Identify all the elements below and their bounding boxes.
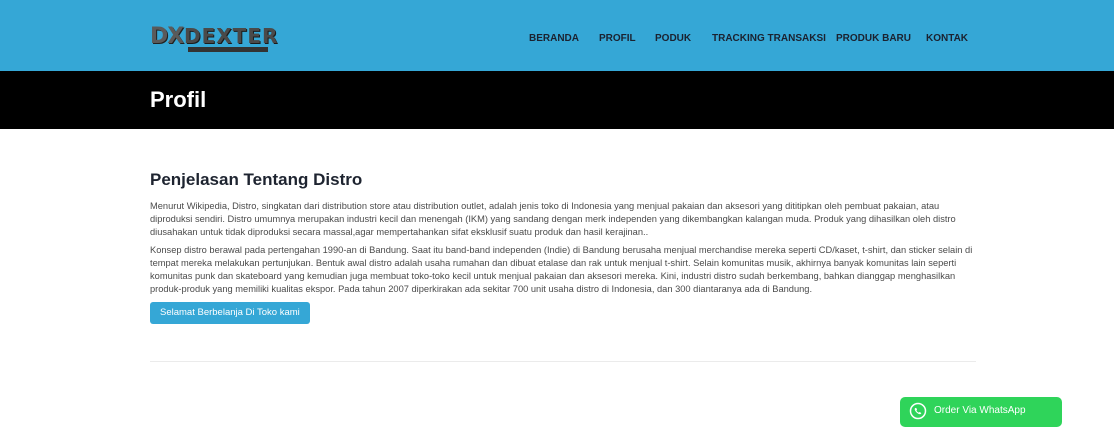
whatsapp-button-label: Order Via WhatsApp xyxy=(934,405,1026,416)
logo-wordmark: DEXTER xyxy=(184,24,279,48)
brand-logo[interactable]: DX DEXTER xyxy=(150,22,277,56)
page-title-banner: Profil xyxy=(0,71,1114,129)
nav-item-profil[interactable]: PROFIL xyxy=(599,33,636,44)
article-paragraph-1: Menurut Wikipedia, Distro, singkatan dar… xyxy=(150,201,956,237)
top-navbar: DX DEXTER BERANDA PROFIL PODUK TRACKING … xyxy=(0,0,1114,71)
nav-item-beranda[interactable]: BERANDA xyxy=(529,33,579,44)
nav-item-poduk[interactable]: PODUK xyxy=(655,33,691,44)
article-content: Penjelasan Tentang Distro Menurut Wikipe… xyxy=(150,170,980,324)
shop-welcome-button[interactable]: Selamat Berbelanja Di Toko kami xyxy=(150,302,310,324)
page-title: Profil xyxy=(150,87,207,112)
logo-mark: DX xyxy=(150,24,184,49)
article-heading: Penjelasan Tentang Distro xyxy=(150,170,363,189)
nav-item-tracking-transaksi[interactable]: TRACKING TRANSAKSI xyxy=(712,33,826,44)
content-divider xyxy=(150,361,976,362)
whatsapp-order-button[interactable]: Order Via WhatsApp xyxy=(900,397,1062,427)
article-paragraph-2: Konsep distro berawal pada pertengahan 1… xyxy=(150,245,973,294)
nav-item-kontak[interactable]: KONTAK xyxy=(926,33,968,44)
nav-item-produk-baru[interactable]: PRODUK BARU xyxy=(836,33,911,44)
logo-tagline-bar xyxy=(188,47,268,52)
whatsapp-icon xyxy=(909,402,927,420)
